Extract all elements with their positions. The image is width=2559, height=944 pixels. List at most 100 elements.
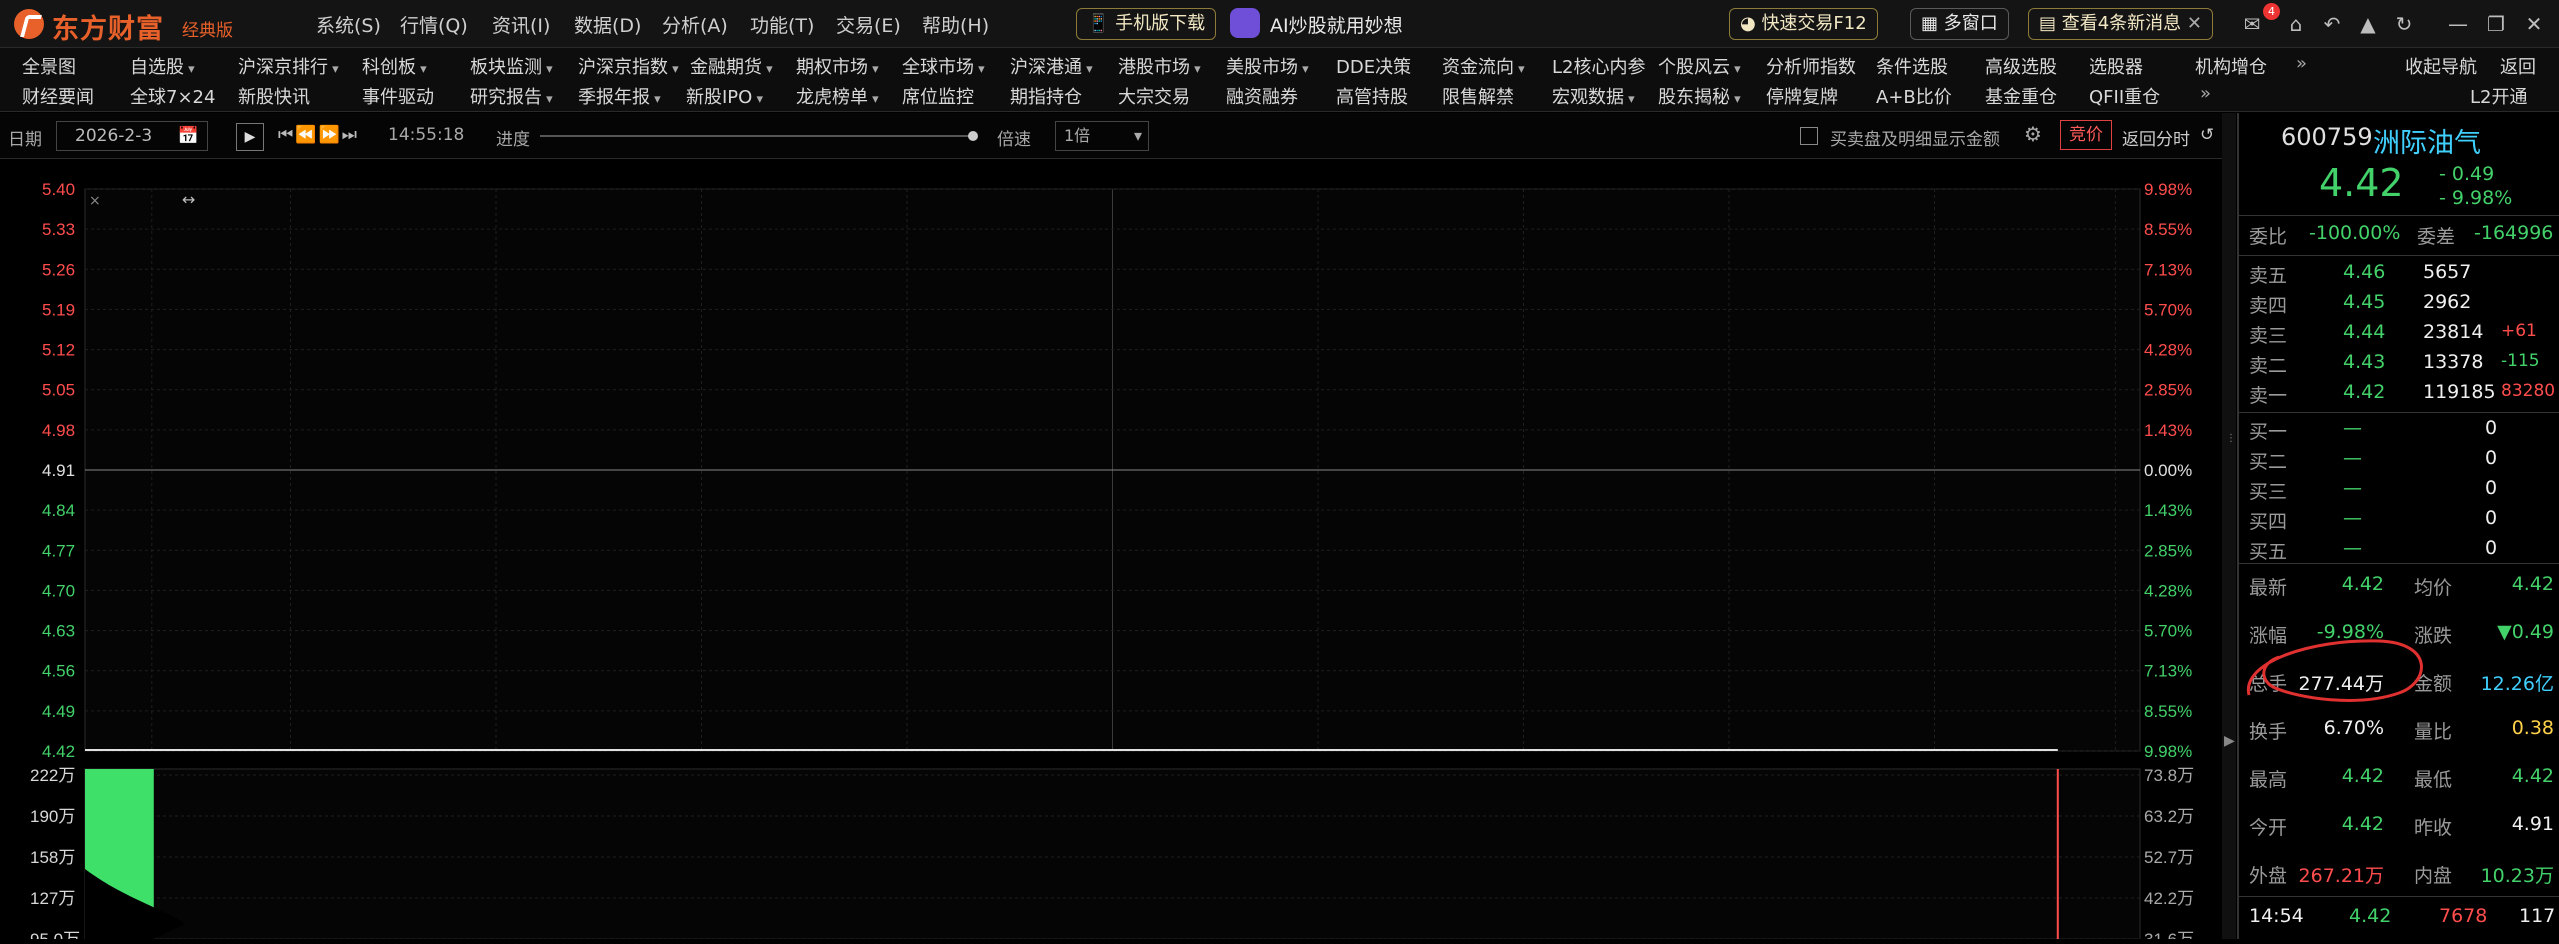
nav-row2-item-0[interactable]: 财经要闻: [22, 83, 94, 109]
mail-badge: 4: [2263, 3, 2280, 20]
menu-1[interactable]: 行情(Q): [400, 11, 468, 38]
nav-row1-item-1[interactable]: 自选股: [130, 53, 195, 79]
nav-row1-item-8[interactable]: 全球市场: [902, 53, 985, 79]
nav-row2-item-11[interactable]: 融资融券: [1226, 83, 1298, 109]
undo-icon[interactable]: ↶: [2320, 12, 2344, 36]
menu-3[interactable]: 数据(D): [574, 11, 641, 38]
stat-value-2: 4.42: [2511, 573, 2554, 595]
mail-icon[interactable]: ✉: [2240, 12, 2264, 36]
nav-row2-item-7[interactable]: 龙虎榜单: [796, 83, 879, 109]
collapse-nav-link[interactable]: 收起导航: [2405, 53, 2477, 79]
menu-5[interactable]: 功能(T): [750, 11, 814, 38]
nav-row2-item-6[interactable]: 新股IPO: [686, 83, 763, 109]
sell-level-row[interactable]: 卖一 4.42 119185 83280: [2249, 381, 2555, 411]
nav-row1-item-11[interactable]: 美股市场: [1226, 53, 1309, 79]
stock-name[interactable]: 洲际油气: [2373, 121, 2481, 160]
nav-row1-item-4[interactable]: 板块监测: [470, 53, 553, 79]
sell-level-row[interactable]: 卖五 4.46 5657: [2249, 261, 2554, 291]
nav-row1-item-9[interactable]: 沪深港通: [1010, 53, 1093, 79]
collapse-arrow-icon[interactable]: ▶: [2224, 733, 2235, 773]
sell-level-row[interactable]: 卖三 4.44 23814 +61: [2249, 321, 2554, 351]
nav-row2-item-16[interactable]: 停牌复牌: [1766, 83, 1838, 109]
nav-more-icon[interactable]: »: [2296, 53, 2307, 74]
date-input[interactable]: 2026-2-3 📅: [56, 121, 208, 151]
panel-splitter[interactable]: ⋮ ▶: [2222, 113, 2236, 939]
nav-row2-item-5[interactable]: 季报年报: [578, 83, 661, 109]
menu-6[interactable]: 交易(E): [836, 11, 901, 38]
menu-7[interactable]: 帮助(H): [922, 11, 989, 38]
menu-0[interactable]: 系统(S): [316, 11, 381, 38]
progress-handle[interactable]: [968, 131, 978, 141]
nav-row1-item-5[interactable]: 沪深京指数: [578, 53, 679, 79]
quick-trade-button[interactable]: ◕ 快速交易F12: [1729, 8, 1878, 40]
mobile-download-button[interactable]: 📱 手机版下载: [1076, 8, 1217, 40]
nav-row2-item-9[interactable]: 期指持仓: [1010, 83, 1082, 109]
buy-level-row[interactable]: 买三 — 0: [2249, 477, 2554, 507]
show-amount-checkbox[interactable]: [1800, 127, 1818, 145]
nav-row2-item-18[interactable]: 基金重仓: [1985, 83, 2057, 109]
calendar-icon[interactable]: 📅: [178, 122, 199, 150]
l2-open-link[interactable]: L2开通: [2470, 83, 2527, 109]
nav-row2-item-12[interactable]: 高管持股: [1336, 83, 1408, 109]
sell-level-row[interactable]: 卖二 4.43 13378 -115: [2249, 351, 2554, 381]
nav-row2-item-17[interactable]: A+B比价: [1876, 83, 1952, 109]
nav-row2-item-13[interactable]: 限售解禁: [1442, 83, 1514, 109]
skin-icon[interactable]: ▲: [2356, 12, 2380, 36]
minimize-icon[interactable]: —: [2446, 12, 2470, 36]
multi-window-button[interactable]: ▦ 多窗口: [1910, 8, 2009, 40]
stat-label: 今开: [2249, 817, 2288, 839]
nav-row2-item-10[interactable]: 大宗交易: [1118, 83, 1190, 109]
step-controls-icon[interactable]: ⏮⏪⏩⏭: [278, 125, 359, 145]
news-notice-button[interactable]: ▤ 查看4条新消息 ✕: [2028, 8, 2214, 40]
buy-level-row[interactable]: 买一 — 0: [2249, 417, 2554, 447]
menu-2[interactable]: 资讯(I): [492, 11, 550, 38]
nav-row1-item-20[interactable]: 机构增仓: [2195, 53, 2267, 79]
volume-tick-label: 95.0万: [30, 930, 80, 939]
close-icon[interactable]: ✕: [2522, 12, 2546, 36]
price-tick-label: 4.98: [42, 421, 75, 440]
nav-row1-item-12[interactable]: DDE决策: [1336, 53, 1411, 79]
refresh-icon[interactable]: ↻: [2392, 12, 2416, 36]
back-arrow-icon[interactable]: ↺: [2200, 125, 2214, 145]
pct-tick-label: 7.13%: [2144, 260, 2192, 279]
nav-row2-item-14[interactable]: 宏观数据: [1552, 83, 1635, 109]
nav-row1-item-13[interactable]: 资金流向: [1442, 53, 1525, 79]
settings-gear-icon[interactable]: ⚙: [2024, 122, 2042, 146]
speed-select[interactable]: 1倍 ▾: [1055, 121, 1149, 151]
back-link[interactable]: 返回: [2500, 53, 2536, 79]
ai-promo-link[interactable]: AI炒股就用妙想: [1270, 11, 1403, 38]
sell-level-row[interactable]: 卖四 4.45 2962: [2249, 291, 2554, 321]
back-timeshare-button[interactable]: 返回分时: [2122, 125, 2190, 150]
nav-row2-item-8[interactable]: 席位监控: [902, 83, 974, 109]
nav-row1-item-0[interactable]: 全景图: [22, 53, 76, 79]
nav-row1-item-15[interactable]: 个股风云: [1658, 53, 1741, 79]
nav-row1-item-2[interactable]: 沪深京排行: [238, 53, 339, 79]
nav-row2-item-1[interactable]: 全球7×24: [130, 83, 215, 109]
nav-row2-item-15[interactable]: 股东揭秘: [1658, 83, 1741, 109]
restore-icon[interactable]: ❐: [2484, 12, 2508, 36]
nav-row2-item-2[interactable]: 新股快讯: [238, 83, 310, 109]
play-button[interactable]: ▶: [236, 123, 264, 151]
nav-row1-item-6[interactable]: 金融期货: [690, 53, 773, 79]
buy-level-row[interactable]: 买四 — 0: [2249, 507, 2554, 537]
nav-row1-item-14[interactable]: L2核心内参: [1552, 53, 1645, 79]
nav-row2-item-4[interactable]: 研究报告: [470, 83, 553, 109]
nav-more-icon-2[interactable]: »: [2200, 83, 2211, 104]
menu-4[interactable]: 分析(A): [662, 11, 728, 38]
nav-row2-item-3[interactable]: 事件驱动: [362, 83, 434, 109]
ai-robot-icon[interactable]: [1230, 8, 1260, 38]
progress-slider[interactable]: [540, 135, 975, 137]
nav-row1-item-16[interactable]: 分析师指数: [1766, 53, 1856, 79]
nav-row1-item-7[interactable]: 期权市场: [796, 53, 879, 79]
nav-row1-item-19[interactable]: 选股器: [2089, 53, 2143, 79]
auction-button[interactable]: 竞价: [2060, 120, 2112, 150]
nav-row1-item-17[interactable]: 条件选股: [1876, 53, 1948, 79]
nav-row1-item-18[interactable]: 高级选股: [1985, 53, 2057, 79]
nav-row1-item-3[interactable]: 科创板: [362, 53, 427, 79]
nav-row1-item-10[interactable]: 港股市场: [1118, 53, 1201, 79]
home-icon[interactable]: ⌂: [2284, 12, 2308, 36]
nav-row2-item-19[interactable]: QFII重仓: [2089, 83, 2160, 109]
price-tick-label: 5.05: [42, 381, 75, 400]
intraday-chart[interactable]: 5.40 9.98% 5.33 8.55% 5.26 7.13% 5.19 5.70% 5.12…: [0, 159, 2220, 944]
buy-level-row[interactable]: 买二 — 0: [2249, 447, 2554, 477]
